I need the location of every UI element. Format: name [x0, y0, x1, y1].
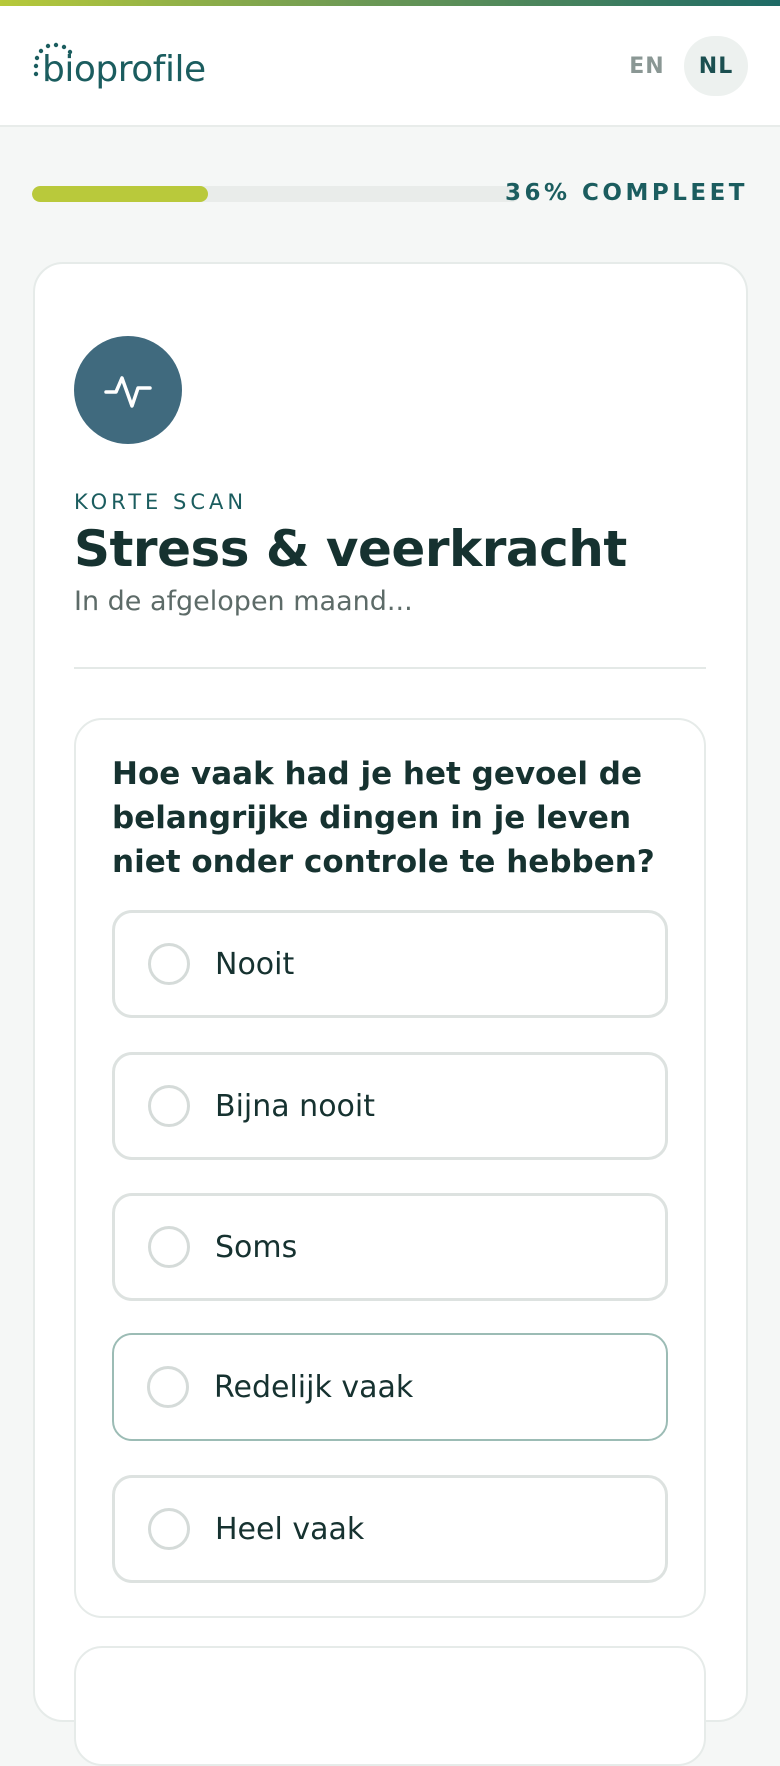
section-subtitle: In de afgelopen maand... — [74, 586, 413, 617]
answer-option-label: Nooit — [215, 946, 295, 982]
question-text: Hoe vaak had je het gevoel de belangrijk… — [112, 756, 655, 880]
language-en-button[interactable]: EN — [616, 36, 678, 96]
radio-circle-icon[interactable] — [148, 1085, 190, 1127]
section-icon-badge — [74, 336, 182, 444]
radio-circle-icon[interactable] — [148, 1508, 190, 1550]
progress-bar-fill — [32, 186, 208, 202]
answer-option-label: Bijna nooit — [215, 1088, 376, 1124]
next-question-card — [74, 1646, 706, 1766]
section-eyebrow: KORTE SCAN — [74, 490, 248, 514]
answer-option[interactable]: Heel vaak — [112, 1475, 668, 1583]
progress-bar — [32, 186, 520, 202]
radio-circle-icon[interactable] — [148, 943, 190, 985]
section-divider — [74, 667, 706, 669]
radio-circle-icon[interactable] — [147, 1366, 189, 1408]
answer-option[interactable]: Bijna nooit — [112, 1052, 668, 1160]
section-title: Stress & veerkracht — [74, 520, 627, 578]
app-header: bioprofile EN NL — [0, 6, 780, 127]
answer-option-label: Soms — [215, 1229, 298, 1265]
language-nl-button[interactable]: NL — [684, 36, 748, 96]
bioprofile-logo[interactable]: bioprofile — [32, 42, 206, 96]
answer-option-label: Redelijk vaak — [214, 1369, 414, 1405]
progress-label: 36% COMPLEET — [504, 180, 748, 206]
logo-text: bioprofile — [42, 48, 206, 90]
answer-option[interactable]: Redelijk vaak — [112, 1333, 668, 1441]
answer-option[interactable]: Nooit — [112, 910, 668, 1018]
answer-option-label: Heel vaak — [215, 1511, 365, 1547]
radio-circle-icon[interactable] — [148, 1226, 190, 1268]
activity-pulse-icon — [104, 376, 152, 408]
answer-option[interactable]: Soms — [112, 1193, 668, 1301]
